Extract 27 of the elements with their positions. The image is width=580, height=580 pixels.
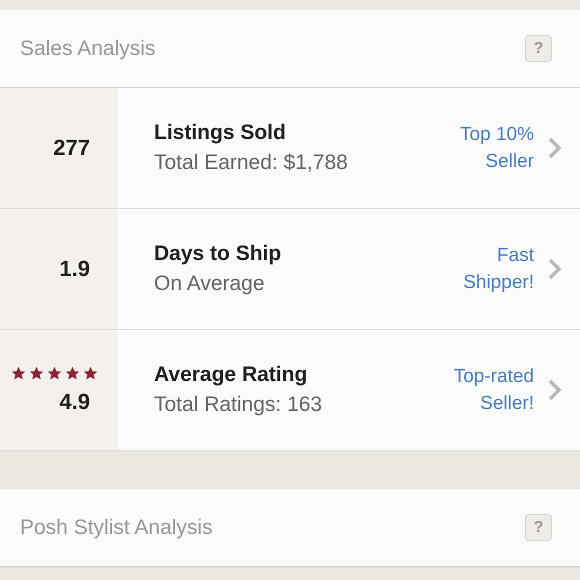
stat-subtitle: Total Earned: $1,788 xyxy=(154,151,349,175)
chevron-icon xyxy=(548,258,562,280)
badge-text: Top-rated xyxy=(454,365,534,389)
chevron-icon xyxy=(548,137,562,159)
stat-subtitle: Total Ratings: 163 xyxy=(154,393,324,417)
badge-text: Seller! xyxy=(480,392,534,416)
badge-text: Fast xyxy=(497,244,534,268)
badge-text: Seller xyxy=(485,150,534,174)
stat-row[interactable]: 277 Listings Sold Total Earned: $1,788 Top 10% Seller xyxy=(0,88,580,209)
star-icon xyxy=(47,366,62,380)
stat-title: Average Rating xyxy=(154,363,308,387)
stat-subtitle: On Average xyxy=(154,272,266,296)
section-title: Posh Stylist Analysis xyxy=(20,516,213,540)
stat-value: 277 xyxy=(53,135,90,161)
star-icon xyxy=(29,366,44,380)
badge-text: Shipper! xyxy=(463,271,534,295)
stat-title: Days to Ship xyxy=(154,242,282,266)
stat-value: 4.9 xyxy=(59,388,90,414)
stat-title: Listings Sold xyxy=(154,121,287,145)
chevron-icon xyxy=(548,379,562,401)
star-icon xyxy=(11,366,26,380)
star-icon xyxy=(83,366,98,380)
stat-row[interactable]: 1.9 Days to Ship On Average Fast Shipper! xyxy=(0,209,580,330)
section-title: Sales Analysis xyxy=(20,36,156,60)
badge-text: Top 10% xyxy=(460,123,534,147)
stat-value: 1.9 xyxy=(59,256,90,282)
star-icon xyxy=(65,366,80,380)
